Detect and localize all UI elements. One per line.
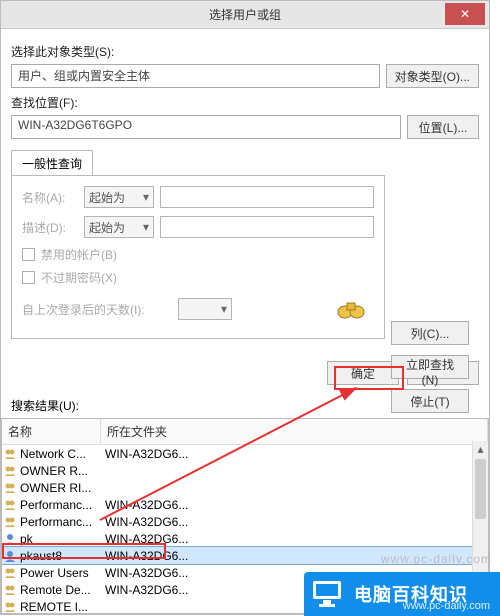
row-name: pkaust8 [18,549,101,563]
object-type-label: 选择此对象类型(S): [11,43,479,60]
row-name: OWNER RI... [18,481,101,495]
chevron-down-icon: ▾ [143,190,149,204]
disabled-accounts-checkbox[interactable] [22,248,35,261]
disabled-accounts-label: 禁用的帐户(B) [41,246,117,263]
location-field[interactable]: WIN-A32DG6T6GPO [11,115,401,139]
col-name[interactable]: 名称 [2,419,101,444]
group-icon [2,583,18,597]
row-name: REMOTE I... [18,600,101,614]
query-tabs: 一般性查询 名称(A): 起始为 ▾ 描述(D): 起始为 [11,149,479,339]
desc-field-label: 描述(D): [22,219,78,236]
table-row[interactable]: OWNER R... [2,462,488,479]
object-types-button[interactable]: 对象类型(O)... [386,64,479,88]
locations-button[interactable]: 位置(L)... [407,115,479,139]
desc-match-value: 起始为 [89,219,125,236]
row-name: Network C... [18,447,101,461]
row-name: Remote De... [18,583,101,597]
group-icon [2,481,18,495]
ok-button[interactable]: 确定 [327,361,399,385]
close-icon: ✕ [460,7,470,21]
desc-input[interactable] [160,216,374,238]
tab-general-query[interactable]: 一般性查询 [11,150,93,176]
search-icon [336,299,366,324]
banner-url: www.pc-daily.com [403,600,490,612]
group-icon [2,566,18,580]
name-field-label: 名称(A): [22,189,78,206]
non-expiring-password-checkbox[interactable] [22,271,35,284]
table-row[interactable]: Performanc...WIN-A32DG6... [2,513,488,530]
group-icon [2,464,18,478]
name-match-select[interactable]: 起始为 ▾ [84,186,154,208]
desc-match-select[interactable]: 起始为 ▾ [84,216,154,238]
last-login-label: 自上次登录后的天数(I): [22,301,172,318]
close-button[interactable]: ✕ [445,3,485,25]
stop-button[interactable]: 停止(T) [391,389,469,413]
user-icon [2,549,18,563]
name-input[interactable] [160,186,374,208]
scroll-up-icon[interactable]: ▴ [473,441,488,457]
row-name: pk [18,532,101,546]
table-row[interactable]: Performanc...WIN-A32DG6... [2,496,488,513]
find-now-button[interactable]: 立即查找(N) [391,355,469,379]
row-name: Performanc... [18,515,101,529]
col-folder[interactable]: 所在文件夹 [101,419,488,444]
row-name: Power Users [18,566,101,580]
row-folder: WIN-A32DG6... [101,498,488,512]
table-row[interactable]: OWNER RI... [2,479,488,496]
row-folder: WIN-A32DG6... [101,515,488,529]
object-type-field[interactable]: 用户、组或内置安全主体 [11,64,380,88]
row-name: OWNER R... [18,464,101,478]
results-header[interactable]: 名称 所在文件夹 [2,419,488,445]
name-match-value: 起始为 [89,189,125,206]
table-row[interactable]: pkWIN-A32DG6... [2,530,488,547]
user-icon [2,532,18,546]
non-expiring-password-label: 不过期密码(X) [41,269,117,286]
last-login-select[interactable]: ▾ [178,298,232,320]
dialog-select-user-group: 选择用户或组 ✕ 选择此对象类型(S): 用户、组或内置安全主体 对象类型(O)… [0,0,490,615]
titlebar[interactable]: 选择用户或组 ✕ [1,1,489,29]
scroll-thumb[interactable] [475,459,486,519]
watermark: www.pc-daily.com [381,552,492,566]
group-icon [2,498,18,512]
table-row[interactable]: Network C...WIN-A32DG6... [2,445,488,462]
location-label: 查找位置(F): [11,94,479,111]
row-name: Performanc... [18,498,101,512]
columns-button[interactable]: 列(C)... [391,321,469,345]
group-icon [2,600,18,614]
window-title: 选择用户或组 [1,6,489,23]
site-banner: 电脑百科知识 www.pc-daily.com [304,572,500,616]
monitor-icon [310,576,346,612]
chevron-down-icon: ▾ [143,220,149,234]
group-icon [2,515,18,529]
row-folder: WIN-A32DG6... [101,532,488,546]
group-icon [2,447,18,461]
row-folder: WIN-A32DG6... [101,447,488,461]
dialog-content: 选择此对象类型(S): 用户、组或内置安全主体 对象类型(O)... 查找位置(… [1,29,489,351]
chevron-down-icon: ▾ [221,302,227,316]
